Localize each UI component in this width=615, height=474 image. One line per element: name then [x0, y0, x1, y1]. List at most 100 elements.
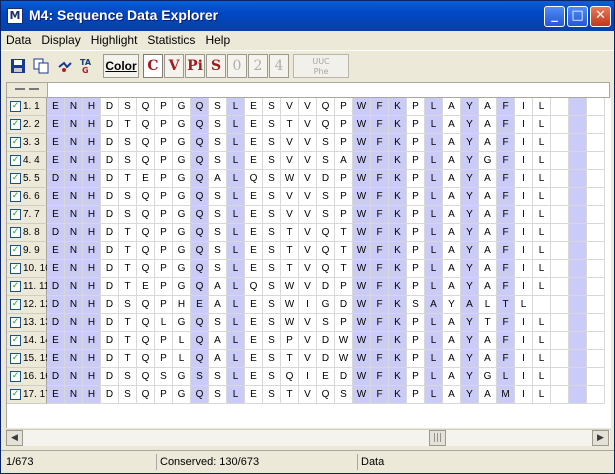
- residue-cell[interactable]: P: [155, 188, 173, 206]
- sequence-name-cell[interactable]: ✓ 17. 17: [7, 386, 51, 404]
- residue-cell[interactable]: P: [407, 98, 425, 116]
- residue-cell[interactable]: S: [119, 98, 137, 116]
- residue-cell[interactable]: E: [245, 98, 263, 116]
- residue-cell[interactable]: Q: [317, 386, 335, 404]
- residue-cell[interactable]: Q: [191, 260, 209, 278]
- residue-cell[interactable]: W: [353, 368, 371, 386]
- residue-cell[interactable]: V: [281, 188, 299, 206]
- residue-cell[interactable]: W: [353, 116, 371, 134]
- residue-cell[interactable]: S: [119, 206, 137, 224]
- residue-cell[interactable]: L: [227, 332, 245, 350]
- residue-cell[interactable]: Y: [461, 170, 479, 188]
- sequence-name-cell[interactable]: ✓ 5. 5: [7, 170, 47, 188]
- residue-cell[interactable]: [569, 296, 587, 314]
- residue-cell[interactable]: [569, 260, 587, 278]
- residue-cell[interactable]: A: [443, 314, 461, 332]
- residue-cell[interactable]: S: [263, 170, 281, 188]
- residue-cell[interactable]: P: [407, 350, 425, 368]
- residue-cell[interactable]: H: [83, 206, 101, 224]
- residue-cell[interactable]: L: [425, 278, 443, 296]
- residue-cell[interactable]: L: [425, 386, 443, 404]
- residue-cell[interactable]: G: [173, 386, 191, 404]
- residue-cell[interactable]: A: [443, 116, 461, 134]
- residue-cell[interactable]: L: [533, 170, 551, 188]
- residue-cell[interactable]: P: [155, 296, 173, 314]
- residue-cell[interactable]: Y: [461, 242, 479, 260]
- residue-cell[interactable]: [551, 296, 569, 314]
- residue-cell[interactable]: L: [533, 260, 551, 278]
- residue-cell[interactable]: F: [371, 224, 389, 242]
- residue-cell[interactable]: [551, 368, 569, 386]
- residue-cell[interactable]: K: [389, 242, 407, 260]
- residue-cell[interactable]: K: [389, 314, 407, 332]
- residue-cell[interactable]: [569, 278, 587, 296]
- residue-cell[interactable]: V: [299, 188, 317, 206]
- residue-cell[interactable]: A: [209, 350, 227, 368]
- highlight-2fold-button[interactable]: 2: [248, 54, 268, 78]
- residue-cell[interactable]: [569, 134, 587, 152]
- residue-cell[interactable]: P: [155, 116, 173, 134]
- residue-cell[interactable]: W: [353, 350, 371, 368]
- residue-cell[interactable]: S: [263, 314, 281, 332]
- residue-cell[interactable]: [587, 332, 605, 350]
- sequence-checkbox[interactable]: ✓: [10, 317, 21, 328]
- residue-cell[interactable]: S: [119, 368, 137, 386]
- residue-cell[interactable]: V: [299, 134, 317, 152]
- residue-cell[interactable]: [551, 350, 569, 368]
- residue-cell[interactable]: Y: [461, 224, 479, 242]
- residue-cell[interactable]: L: [425, 242, 443, 260]
- residue-cell[interactable]: S: [317, 314, 335, 332]
- residue-cell[interactable]: A: [479, 134, 497, 152]
- residue-cell[interactable]: P: [155, 350, 173, 368]
- residue-cell[interactable]: P: [155, 260, 173, 278]
- residue-cell[interactable]: P: [155, 242, 173, 260]
- residue-cell[interactable]: P: [407, 224, 425, 242]
- residue-cell[interactable]: D: [101, 260, 119, 278]
- residue-cell[interactable]: [551, 170, 569, 188]
- residue-cell[interactable]: L: [227, 350, 245, 368]
- sequence-checkbox[interactable]: ✓: [10, 263, 21, 274]
- residue-cell[interactable]: F: [371, 98, 389, 116]
- residue-cell[interactable]: E: [245, 296, 263, 314]
- residue-cell[interactable]: I: [515, 170, 533, 188]
- sequence-name-cell[interactable]: ✓ 3. 3: [7, 134, 47, 152]
- residue-cell[interactable]: A: [479, 260, 497, 278]
- residue-cell[interactable]: [587, 152, 605, 170]
- sequence-name-cell[interactable]: ✓ 8. 8: [7, 224, 47, 242]
- residue-cell[interactable]: P: [281, 332, 299, 350]
- residue-cell[interactable]: F: [497, 224, 515, 242]
- residue-cell[interactable]: K: [389, 134, 407, 152]
- residue-cell[interactable]: G: [173, 98, 191, 116]
- sequence-name-cell[interactable]: ✓ 12. 12: [7, 296, 51, 314]
- residue-cell[interactable]: G: [317, 296, 335, 314]
- residue-cell[interactable]: P: [335, 278, 353, 296]
- residue-cell[interactable]: A: [443, 278, 461, 296]
- residue-cell[interactable]: E: [245, 350, 263, 368]
- residue-cell[interactable]: Q: [137, 98, 155, 116]
- residue-cell[interactable]: [569, 224, 587, 242]
- residue-cell[interactable]: L: [533, 134, 551, 152]
- residue-cell[interactable]: D: [101, 386, 119, 404]
- residue-cell[interactable]: L: [533, 350, 551, 368]
- residue-cell[interactable]: [587, 296, 605, 314]
- residue-cell[interactable]: S: [263, 224, 281, 242]
- residue-cell[interactable]: T: [281, 386, 299, 404]
- residue-cell[interactable]: V: [299, 98, 317, 116]
- residue-cell[interactable]: L: [533, 332, 551, 350]
- sequence-checkbox[interactable]: ✓: [10, 173, 21, 184]
- residue-cell[interactable]: A: [479, 224, 497, 242]
- residue-cell[interactable]: F: [371, 260, 389, 278]
- residue-cell[interactable]: Q: [317, 98, 335, 116]
- residue-cell[interactable]: A: [443, 134, 461, 152]
- residue-cell[interactable]: I: [515, 332, 533, 350]
- copy-icon[interactable]: [30, 54, 52, 78]
- residue-cell[interactable]: W: [353, 278, 371, 296]
- residue-cell[interactable]: L: [425, 260, 443, 278]
- residue-cell[interactable]: F: [371, 278, 389, 296]
- residue-cell[interactable]: Q: [191, 224, 209, 242]
- residue-cell[interactable]: A: [461, 296, 479, 314]
- residue-cell[interactable]: H: [83, 242, 101, 260]
- residue-cell[interactable]: P: [155, 152, 173, 170]
- residue-cell[interactable]: Y: [461, 116, 479, 134]
- residue-cell[interactable]: E: [245, 206, 263, 224]
